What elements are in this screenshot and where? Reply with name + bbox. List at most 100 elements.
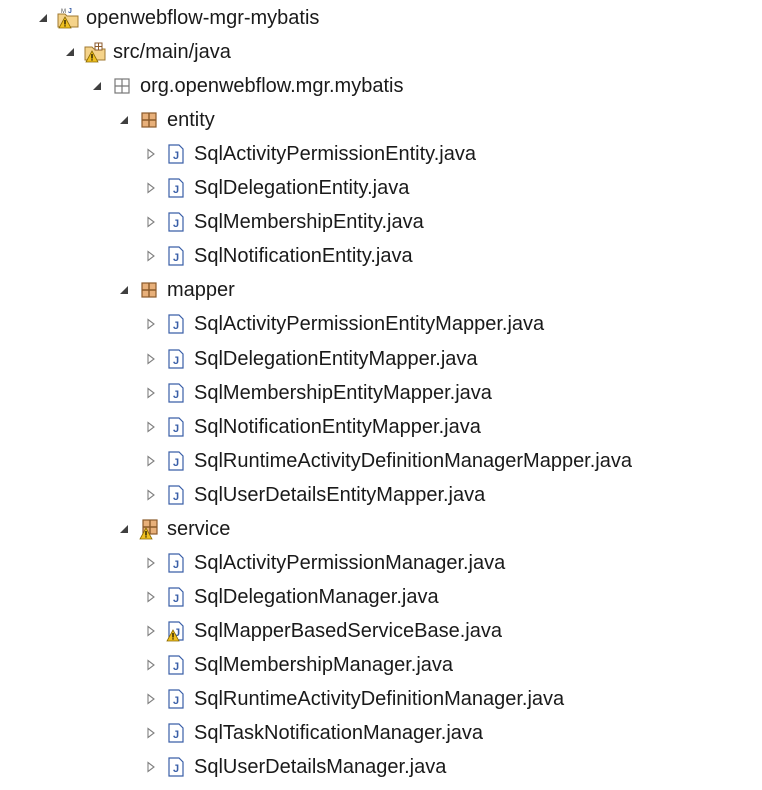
collapsed-arrow-icon[interactable] [144, 420, 158, 434]
collapsed-arrow-icon[interactable] [144, 352, 158, 366]
empty-package-icon [110, 74, 134, 98]
svg-text:J: J [173, 252, 179, 264]
collapsed-arrow-icon[interactable] [144, 147, 158, 161]
svg-text:J: J [68, 8, 72, 15]
java-file-icon: J [164, 653, 188, 677]
tree-item-label: SqlNotificationEntity.java [194, 245, 413, 267]
tree-item-file[interactable]: J SqlMembershipEntity.java [144, 205, 424, 239]
collapsed-arrow-icon[interactable] [144, 488, 158, 502]
tree-item-label: SqlTaskNotificationManager.java [194, 722, 484, 744]
collapsed-arrow-icon[interactable] [144, 454, 158, 468]
tree-item-label: src/main/java [113, 41, 231, 63]
tree-item-label: SqlMembershipManager.java [194, 654, 454, 676]
svg-text:J: J [173, 389, 179, 401]
svg-text:J: J [173, 729, 179, 741]
tree-item-file[interactable]: J SqlTaskNotificationManager.java [144, 716, 483, 750]
collapsed-arrow-icon[interactable] [144, 624, 158, 638]
collapsed-arrow-icon[interactable] [144, 658, 158, 672]
package-icon [137, 108, 161, 132]
tree-item-label: SqlUserDetailsManager.java [194, 756, 447, 778]
tree-item-file[interactable]: J SqlActivityPermissionManager.java [144, 546, 505, 580]
tree-item-file[interactable]: J SqlDelegationEntity.java [144, 171, 409, 205]
java-file-warning-icon: J [164, 619, 188, 643]
svg-text:J: J [173, 661, 179, 673]
package-warning-icon [137, 517, 161, 541]
package-icon [137, 278, 161, 302]
collapsed-arrow-icon[interactable] [144, 760, 158, 774]
expanded-arrow-icon[interactable] [90, 79, 104, 93]
tree-item-label: SqlRuntimeActivityDefinitionManager.java [194, 688, 565, 710]
java-file-icon: J [164, 210, 188, 234]
java-file-icon: J [164, 381, 188, 405]
tree-item-root-package[interactable]: org.openwebflow.mgr.mybatis [90, 69, 403, 103]
collapsed-arrow-icon[interactable] [144, 317, 158, 331]
tree-item-project[interactable]: J Mopenwebflow-mgr-mybatis [36, 1, 319, 35]
tree-item-label: service [167, 518, 231, 540]
svg-text:J: J [173, 695, 179, 707]
tree-item-file[interactable]: J SqlMembershipManager.java [144, 648, 453, 682]
tree-item-file[interactable]: J SqlMembershipEntityMapper.java [144, 376, 492, 410]
source-folder-icon [83, 40, 107, 64]
tree-item-file[interactable]: J SqlActivityPermissionEntity.java [144, 137, 476, 171]
collapsed-arrow-icon[interactable] [144, 181, 158, 195]
java-file-icon: J [164, 244, 188, 268]
tree-item-file[interactable]: J SqlDelegationManager.java [144, 580, 439, 614]
tree-item-file[interactable]: J SqlMapperBasedServiceBase.java [144, 614, 502, 648]
java-file-icon: J [164, 449, 188, 473]
tree-item-file[interactable]: J SqlUserDetailsEntityMapper.java [144, 478, 485, 512]
java-file-icon: J [164, 755, 188, 779]
tree-item-package-mapper[interactable]: mapper [117, 273, 235, 307]
java-file-icon: J [164, 347, 188, 371]
tree-item-package-service[interactable]: service [117, 512, 230, 546]
svg-text:J: J [173, 355, 179, 367]
tree-item-file[interactable]: J SqlUserDetailsManager.java [144, 750, 446, 784]
svg-text:J: J [173, 423, 179, 435]
tree-item-label: SqlDelegationEntity.java [194, 177, 410, 199]
tree-item-label: SqlMembershipEntity.java [194, 211, 424, 233]
java-project-icon: JM [56, 6, 80, 30]
tree-item-label: SqlDelegationEntityMapper.java [194, 348, 478, 370]
tree-item-package-entity[interactable]: entity [117, 103, 215, 137]
expanded-arrow-icon[interactable] [36, 11, 50, 25]
collapsed-arrow-icon[interactable] [144, 556, 158, 570]
svg-text:J: J [173, 150, 179, 162]
collapsed-arrow-icon[interactable] [144, 726, 158, 740]
tree-item-label: openwebflow-mgr-mybatis [86, 7, 320, 29]
tree-item-file[interactable]: J SqlNotificationEntity.java [144, 239, 413, 273]
tree-item-file[interactable]: J SqlNotificationEntityMapper.java [144, 410, 481, 444]
tree-item-label: SqlActivityPermissionEntityMapper.java [194, 313, 545, 335]
collapsed-arrow-icon[interactable] [144, 249, 158, 263]
svg-text:M: M [61, 9, 66, 15]
java-file-icon: J [164, 312, 188, 336]
tree-item-label: SqlNotificationEntityMapper.java [194, 416, 481, 438]
svg-text:J: J [173, 559, 179, 571]
expanded-arrow-icon[interactable] [117, 283, 131, 297]
tree-item-file[interactable]: J SqlDelegationEntityMapper.java [144, 342, 478, 376]
collapsed-arrow-icon[interactable] [144, 386, 158, 400]
tree-item-label: SqlRuntimeActivityDefinitionManagerMappe… [194, 450, 632, 472]
tree-item-source-folder[interactable]: src/main/java [63, 35, 231, 69]
svg-text:J: J [173, 457, 179, 469]
collapsed-arrow-icon[interactable] [144, 590, 158, 604]
expanded-arrow-icon[interactable] [117, 522, 131, 536]
expanded-arrow-icon[interactable] [117, 113, 131, 127]
tree-item-label: SqlUserDetailsEntityMapper.java [194, 484, 486, 506]
package-explorer-tree: J Mopenwebflow-mgr-mybatis src/main/java or… [0, 0, 762, 790]
collapsed-arrow-icon[interactable] [144, 692, 158, 706]
java-file-icon: J [164, 687, 188, 711]
java-file-icon: J [164, 585, 188, 609]
tree-item-file[interactable]: J SqlRuntimeActivityDefinitionManager.jav… [144, 682, 564, 716]
collapsed-arrow-icon[interactable] [144, 215, 158, 229]
svg-text:J: J [173, 218, 179, 230]
java-file-icon: J [164, 551, 188, 575]
tree-item-label: SqlMembershipEntityMapper.java [194, 382, 492, 404]
tree-item-label: entity [167, 109, 215, 131]
java-file-icon: J [164, 721, 188, 745]
tree-item-file[interactable]: J SqlActivityPermissionEntityMapper.java [144, 307, 544, 341]
tree-item-label: mapper [167, 279, 235, 301]
java-file-icon: J [164, 483, 188, 507]
expanded-arrow-icon[interactable] [63, 45, 77, 59]
java-file-icon: J [164, 176, 188, 200]
tree-item-file[interactable]: J SqlRuntimeActivityDefinitionManagerMapp… [144, 444, 632, 478]
tree-item-label: SqlActivityPermissionManager.java [194, 552, 506, 574]
